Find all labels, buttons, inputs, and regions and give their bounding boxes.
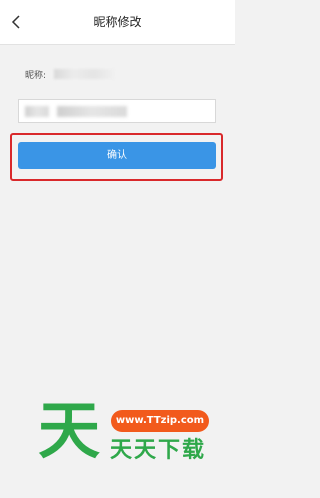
nickname-label: 昵称: (25, 70, 47, 81)
confirm-button[interactable]: 确认 (18, 142, 216, 169)
current-nickname-row: 昵称: (25, 67, 115, 81)
watermark-logo: 天 (38, 394, 101, 467)
nickname-input[interactable] (18, 99, 216, 123)
watermark-brand: 天天下载 (110, 438, 207, 463)
page-title: 昵称修改 (93, 15, 142, 29)
input-text-blurred (57, 106, 127, 117)
input-text-blurred (25, 106, 49, 117)
current-nickname-value-blurred (54, 69, 115, 79)
header-bar: 昵称修改 (0, 0, 235, 45)
watermark-url: www.TTzip.com (111, 410, 209, 432)
